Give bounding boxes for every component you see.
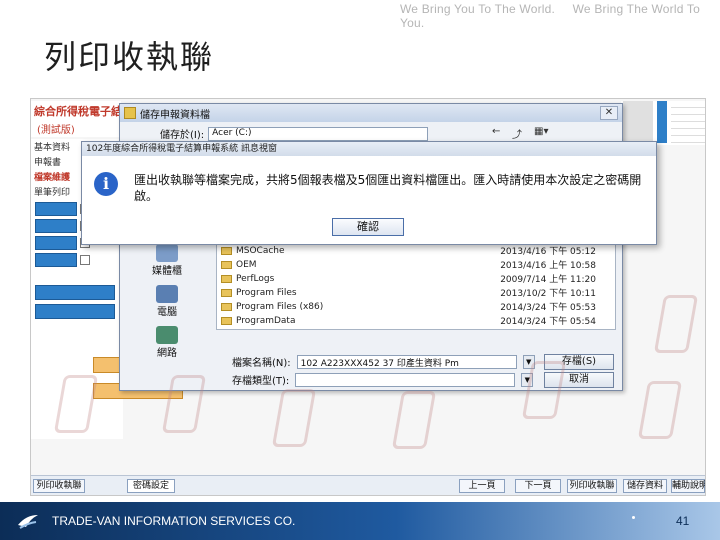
chevron-down-icon[interactable]: ▼ bbox=[522, 354, 535, 369]
slogan-left: We Bring You To The World. bbox=[400, 2, 556, 16]
current-page-label: 列印收執聯 bbox=[33, 479, 85, 493]
slogan: We Bring You To The World. We Bring The … bbox=[400, 2, 720, 30]
save-dialog-titlebar: 儲存申報資料檔 bbox=[120, 104, 622, 122]
bottom-toolbar: 列印收執聯 密碼設定 上一頁 下一頁 列印收執聯 儲存資料 輔助說明 bbox=[31, 475, 705, 495]
place-computer[interactable]: 電腦 bbox=[126, 285, 208, 318]
left-action-button[interactable] bbox=[35, 285, 115, 300]
filetype-label: 存檔類型(T): bbox=[232, 376, 290, 387]
message-text: 匯出收執聯等檔案完成，共將5個報表檔及5個匯出資料檔匯出。匯入時請使用本次設定之… bbox=[134, 173, 642, 203]
file-row[interactable]: PerfLogs 2009/7/14 上午 11:20 bbox=[221, 273, 611, 285]
filetype-select[interactable] bbox=[295, 372, 516, 387]
company-name: TRADE-VAN INFORMATION SERVICES CO. bbox=[52, 514, 296, 528]
screenshot-area: 綜合所得稅電子結算申報 (測試版) 基本資料 申報書 檔案維護 單筆列印 儲存申… bbox=[30, 98, 706, 496]
network-icon bbox=[156, 326, 178, 344]
print-receipt-button[interactable]: 列印收執聯 bbox=[567, 479, 617, 493]
save-button[interactable]: 存檔(S) bbox=[544, 354, 614, 370]
filename-row: 檔案名稱(N): 102 A223XXX452 37 印產生資料 Pm ▼ bbox=[232, 354, 535, 369]
place-network[interactable]: 網路 bbox=[126, 326, 208, 359]
app-subtitle: (測試版) bbox=[37, 125, 75, 136]
file-row[interactable]: ProgramData 2014/3/24 下午 05:54 bbox=[221, 315, 611, 327]
location-select[interactable]: Acer (C:) bbox=[208, 126, 429, 141]
app-title: 綜合所得稅電子結算申報 bbox=[34, 105, 155, 118]
folder-icon bbox=[221, 246, 232, 255]
checkbox[interactable] bbox=[80, 255, 90, 265]
app-header: 綜合所得稅電子結算申報 (測試版) bbox=[31, 101, 155, 137]
summary-table bbox=[621, 101, 705, 145]
password-settings-button[interactable]: 密碼設定 bbox=[127, 479, 175, 493]
save-icon bbox=[124, 107, 136, 119]
left-option-4[interactable] bbox=[35, 253, 119, 267]
library-icon bbox=[156, 244, 178, 262]
view-menu-icon[interactable]: ▦▾ bbox=[534, 126, 548, 137]
folder-icon bbox=[221, 316, 232, 325]
folder-icon bbox=[221, 274, 232, 283]
watermark-shape bbox=[391, 391, 437, 449]
message-dialog: 102年度綜合所得稅電子結算申報系統 訊息視窗 i 匯出收執聯等檔案完成，共將5… bbox=[81, 141, 657, 245]
file-row[interactable]: OEM 2013/4/16 上午 10:58 bbox=[221, 259, 611, 271]
folder-icon bbox=[221, 260, 232, 269]
prev-page-button[interactable]: 上一頁 bbox=[459, 479, 505, 493]
computer-icon bbox=[156, 285, 178, 303]
info-icon: i bbox=[94, 172, 118, 196]
location-label: 儲存於(I): bbox=[160, 130, 205, 141]
footer-bar: TRADE-VAN INFORMATION SERVICES CO. 41 bbox=[0, 502, 720, 540]
page-number: 41 bbox=[676, 514, 690, 528]
place-library[interactable]: 媒體櫃 bbox=[126, 244, 208, 277]
filetype-row: 存檔類型(T): ▼ bbox=[232, 372, 534, 387]
save-dialog-title: 儲存申報資料檔 bbox=[140, 109, 210, 121]
filename-label: 檔案名稱(N): bbox=[232, 358, 291, 369]
filename-input[interactable]: 102 A223XXX452 37 印產生資料 Pm bbox=[296, 354, 517, 369]
up-folder-icon[interactable]: ⤴ bbox=[512, 126, 522, 141]
ok-button[interactable]: 確認 bbox=[332, 218, 404, 236]
next-page-button[interactable]: 下一頁 bbox=[515, 479, 561, 493]
back-arrow-icon[interactable]: ← bbox=[492, 126, 500, 137]
file-row[interactable]: Program Files 2013/10/2 下午 10:11 bbox=[221, 287, 611, 299]
file-row[interactable]: Program Files (x86) 2014/3/24 下午 05:53 bbox=[221, 301, 611, 313]
save-data-button[interactable]: 儲存資料 bbox=[623, 479, 667, 493]
help-button[interactable]: 輔助說明 bbox=[671, 479, 705, 493]
chevron-down-icon[interactable]: ▼ bbox=[521, 372, 534, 387]
footer-dot bbox=[632, 516, 635, 519]
save-location-row: 儲存於(I): Acer (C:) bbox=[160, 126, 429, 141]
company-logo-icon bbox=[18, 515, 38, 529]
places-panel: 媒體櫃 電腦 網路 bbox=[126, 244, 208, 367]
watermark-shape bbox=[271, 389, 317, 447]
folder-icon bbox=[221, 288, 232, 297]
print-button[interactable] bbox=[35, 304, 115, 319]
close-icon[interactable]: ✕ bbox=[600, 106, 618, 120]
folder-icon bbox=[221, 302, 232, 311]
slide-title: 列印收執聯 bbox=[44, 38, 215, 76]
message-dialog-title: 102年度綜合所得稅電子結算申報系統 訊息視窗 bbox=[82, 142, 656, 156]
file-row[interactable]: MSOCache 2013/4/16 下午 05:12 bbox=[221, 245, 611, 257]
watermark-shape bbox=[637, 381, 683, 439]
cancel-button[interactable]: 取消 bbox=[544, 372, 614, 388]
watermark-shape bbox=[653, 295, 699, 353]
